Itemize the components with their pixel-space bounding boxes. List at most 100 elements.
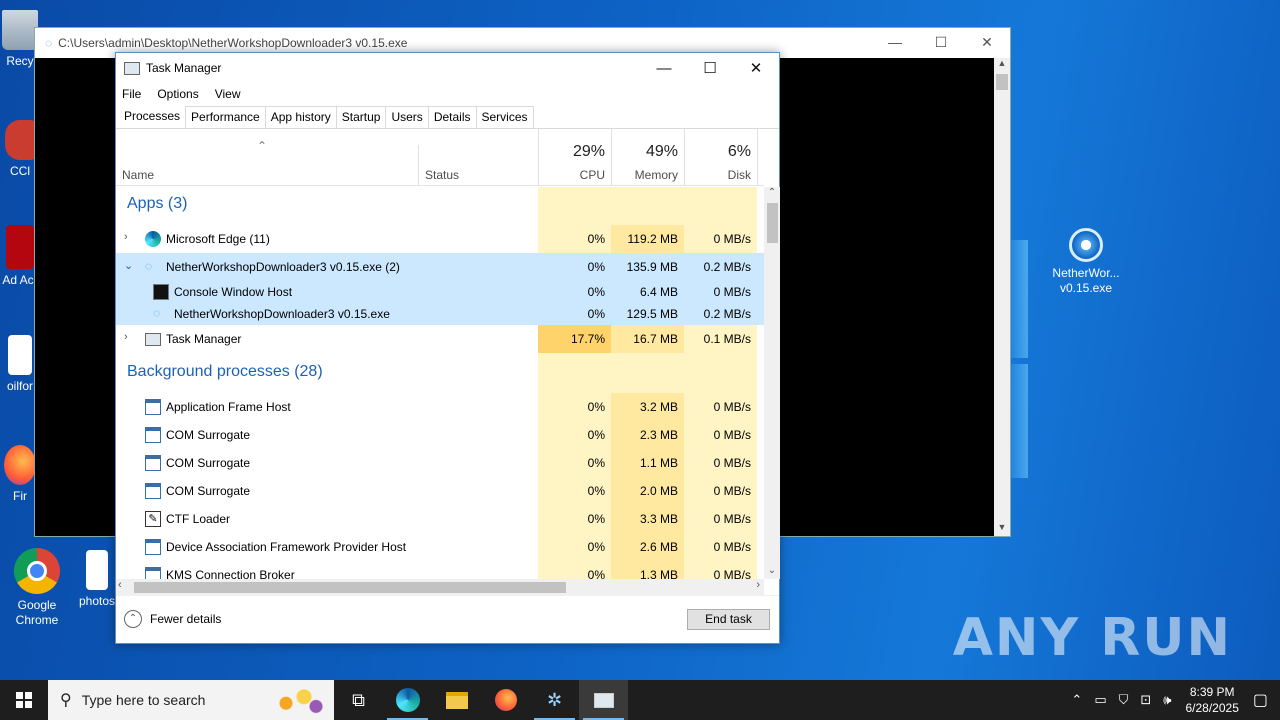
fewer-details-button[interactable]: ⌃ Fewer details — [124, 610, 221, 628]
minimize-button[interactable]: — — [872, 28, 918, 56]
firefox-icon — [4, 445, 36, 485]
column-cpu[interactable]: 29% CPU — [538, 129, 611, 186]
console-title: C:\Users\admin\Desktop\NetherWorkshopDow… — [58, 36, 408, 50]
show-hidden-icons-chevron-icon[interactable]: ⌃ — [1071, 692, 1082, 708]
search-box[interactable]: ⚲ Type here to search — [48, 680, 334, 720]
column-disk[interactable]: 6% Disk — [684, 129, 757, 186]
desktop-icon-photos[interactable]: photos — [74, 550, 120, 609]
netherworkshop-app-icon: ◌ — [153, 306, 161, 320]
firefox-taskbar-icon[interactable] — [481, 680, 530, 720]
task-manager-taskbar-icon[interactable] — [579, 680, 628, 720]
tab-processes[interactable]: Processes — [118, 104, 187, 128]
notifications-icon[interactable]: ▢ — [1253, 690, 1268, 710]
table-row[interactable]: 0% 2.0 MB 0 MB/s COM Surrogate — [116, 477, 764, 505]
battery-icon[interactable]: ▭ — [1094, 692, 1106, 708]
menu-bar: File Options View — [116, 83, 779, 105]
process-name: CTF Loader — [166, 512, 231, 526]
task-manager-window[interactable]: Task Manager — ☐ ✕ File Options View Pro… — [115, 52, 780, 644]
service-window-icon — [145, 539, 161, 555]
scroll-left-icon[interactable]: ‹ — [118, 579, 122, 591]
search-placeholder: Type here to search — [81, 692, 206, 708]
wallpaper-beam — [1010, 240, 1028, 358]
console-scrollbar[interactable]: ▲ ▼ — [994, 58, 1010, 536]
disk-total: 6% — [727, 143, 751, 160]
process-name: COM Surrogate — [166, 456, 251, 470]
table-row-selected[interactable]: 0% 135.9 MB 0.2 MB/s ⌄ ◌ NetherWorkshopD… — [116, 253, 764, 281]
process-list[interactable]: Apps (3) 0% 119.2 MB 0 MB/s › Microsoft … — [116, 187, 764, 579]
memory-cell: 2.0 MB — [611, 477, 684, 505]
tab-services[interactable]: Services — [475, 106, 534, 128]
start-button[interactable] — [0, 680, 48, 720]
scroll-thumb[interactable] — [996, 74, 1008, 90]
file-icon — [8, 335, 32, 375]
desktop-icon-google-chrome[interactable]: Google Chrome — [0, 548, 74, 628]
collapse-chevron-icon[interactable]: ⌄ — [124, 259, 133, 272]
end-task-button[interactable]: End task — [687, 609, 770, 630]
close-button[interactable]: ✕ — [964, 28, 1010, 56]
table-row-child[interactable]: 0% 129.5 MB 0.2 MB/s ◌ NetherWorkshopDow… — [116, 303, 764, 325]
process-name: NetherWorkshopDownloader3 v0.15.exe (2) — [166, 260, 400, 274]
system-tray: ⌃ ▭ ⛉ ⊡ 🕪 8:39 PM 6/28/2025 ▢ — [1065, 680, 1280, 720]
process-name: COM Surrogate — [166, 484, 251, 498]
netherworkshop-taskbar-icon[interactable]: ✲ — [530, 680, 579, 720]
table-row[interactable]: 0% 1.3 MB 0 MB/s KMS Connection Broker — [116, 561, 764, 579]
tab-startup[interactable]: Startup — [335, 106, 387, 128]
scroll-down-icon[interactable]: ▼ — [994, 522, 1010, 536]
cpu-cell: 0% — [587, 307, 605, 321]
tab-performance[interactable]: Performance — [185, 106, 266, 128]
scroll-thumb[interactable] — [134, 582, 566, 593]
tab-users[interactable]: Users — [385, 106, 429, 128]
cpu-cell: 0% — [538, 477, 611, 505]
edge-taskbar-icon[interactable] — [383, 680, 432, 720]
table-row[interactable]: 17.7% 16.7 MB 0.1 MB/s › Task Manager — [116, 325, 764, 353]
edge-icon — [145, 231, 161, 247]
table-row[interactable]: 0% 119.2 MB 0 MB/s › Microsoft Edge (11) — [116, 225, 764, 253]
expand-chevron-icon[interactable]: › — [124, 231, 128, 243]
column-header: ⌃ Name Status 29% CPU 49% Memory 6% Disk — [116, 129, 764, 186]
menu-options[interactable]: Options — [157, 87, 198, 101]
file-explorer-icon[interactable] — [432, 680, 481, 720]
horizontal-scrollbar[interactable]: ‹ › — [116, 579, 764, 596]
table-row[interactable]: 0% 2.3 MB 0 MB/s COM Surrogate — [116, 421, 764, 449]
scroll-up-icon[interactable]: ⌃ — [764, 187, 780, 201]
task-view-icon[interactable]: ⧉ — [334, 680, 383, 720]
table-row-child[interactable]: 0% 6.4 MB 0 MB/s Console Window Host — [116, 281, 764, 303]
table-row[interactable]: 0% 3.2 MB 0 MB/s Application Frame Host — [116, 393, 764, 421]
chrome-icon — [14, 548, 60, 594]
scroll-thumb[interactable] — [767, 203, 778, 243]
security-icon[interactable]: ⛉ — [1119, 692, 1129, 708]
tab-details[interactable]: Details — [427, 106, 477, 128]
fewer-details-label: Fewer details — [150, 612, 222, 626]
close-button[interactable]: ✕ — [733, 53, 779, 83]
column-cpu-label: CPU — [579, 168, 605, 182]
maximize-button[interactable]: ☐ — [918, 28, 964, 56]
menu-file[interactable]: File — [122, 87, 141, 101]
column-memory[interactable]: 49% Memory — [611, 129, 684, 186]
scroll-up-icon[interactable]: ▲ — [994, 58, 1010, 72]
column-status[interactable]: Status — [419, 129, 538, 186]
tab-app-history[interactable]: App history — [264, 106, 337, 128]
vertical-scrollbar[interactable]: ⌃ ⌄ — [764, 187, 780, 579]
scroll-down-icon[interactable]: ⌄ — [764, 565, 780, 579]
table-row[interactable]: 0% 1.1 MB 0 MB/s COM Surrogate — [116, 449, 764, 477]
column-name[interactable]: ⌃ Name — [116, 129, 418, 186]
minimize-button[interactable]: — — [641, 53, 687, 83]
expand-chevron-icon[interactable]: › — [124, 331, 128, 343]
desktop-icon-label: Ad Acr — [2, 273, 38, 287]
ccleaner-icon — [5, 120, 35, 160]
cpu-cell: 0% — [538, 561, 611, 579]
desktop-icon-netherworkshop-exe[interactable]: NetherWor... v0.15.exe — [1047, 228, 1125, 296]
volume-icon[interactable]: 🕪 — [1163, 692, 1171, 708]
cpu-cell: 0% — [587, 260, 605, 274]
search-highlight-flowers-icon — [268, 684, 328, 716]
scroll-right-icon[interactable]: › — [756, 579, 760, 591]
menu-view[interactable]: View — [215, 87, 241, 101]
cpu-cell: 0% — [538, 505, 611, 533]
network-icon[interactable]: ⊡ — [1140, 692, 1151, 708]
maximize-button[interactable]: ☐ — [687, 53, 733, 83]
clock[interactable]: 8:39 PM 6/28/2025 — [1185, 684, 1238, 716]
table-row[interactable]: 0% 2.6 MB 0 MB/s Device Association Fram… — [116, 533, 764, 561]
process-name: Console Window Host — [174, 285, 293, 299]
table-row[interactable]: 0% 3.3 MB 0 MB/s ✎ CTF Loader — [116, 505, 764, 533]
disk-cell: 0.2 MB/s — [703, 307, 751, 321]
